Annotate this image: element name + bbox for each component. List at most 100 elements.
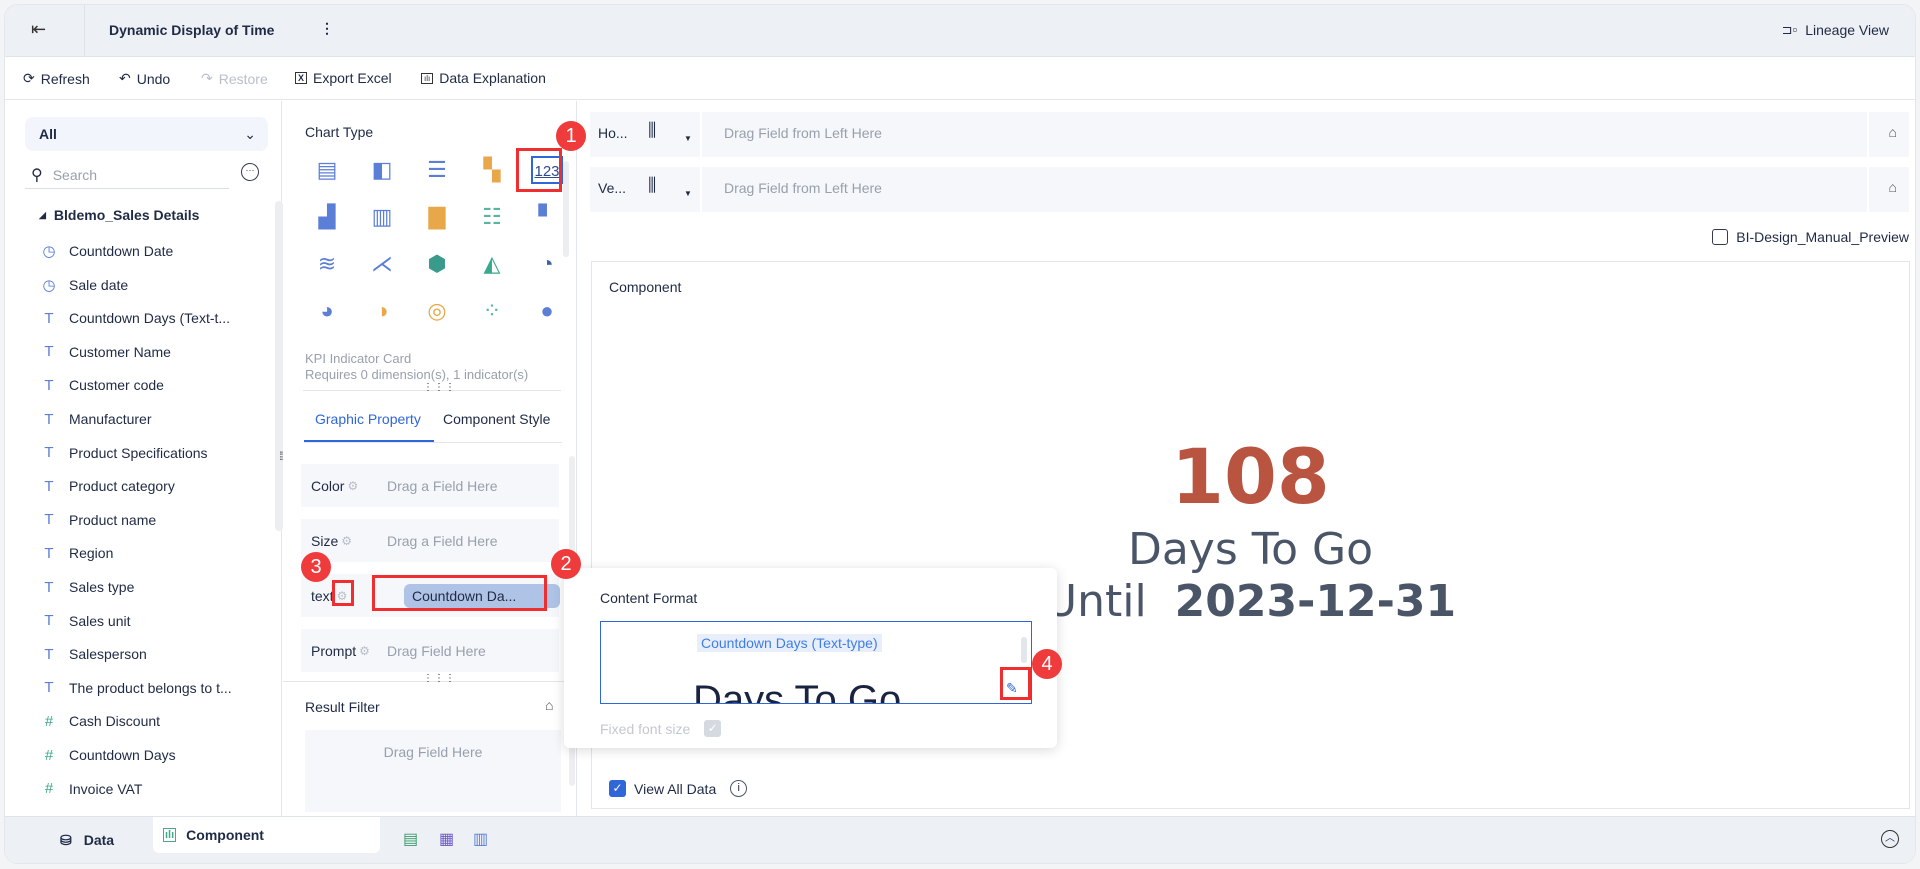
axis-settings-icon[interactable]: ⌂ <box>1889 124 1897 140</box>
field-item[interactable]: T Product category <box>41 474 174 498</box>
result-filter-dropzone[interactable]: Drag Field Here <box>305 730 561 812</box>
refresh-button[interactable]: ⟳ Refresh <box>23 70 90 87</box>
search-input[interactable]: ⚲ Search <box>25 161 229 189</box>
view-all-data-checkbox[interactable]: ✓ View All Data i <box>609 780 748 797</box>
text-type-icon: T <box>44 477 54 495</box>
comparison-bar-chart-icon[interactable]: ☷ <box>476 203 508 231</box>
scrollbar[interactable] <box>563 161 569 257</box>
add-dashboard-icon[interactable]: ▦ <box>439 829 454 849</box>
content-format-editor[interactable]: Countdown Days (Text-type) Days To Go ✎ <box>600 621 1032 704</box>
prop-prompt[interactable]: Prompt ⚙ Drag Field Here <box>301 629 559 672</box>
caret-down-icon[interactable]: ▼ <box>684 134 692 143</box>
field-item[interactable]: T Product Specifications <box>41 441 207 465</box>
undo-button[interactable]: ↶ Undo <box>119 70 170 87</box>
field-item[interactable]: T The product belongs to t... <box>41 676 231 700</box>
preview-text: Days To Go <box>693 678 902 704</box>
field-item[interactable]: T Product name <box>41 508 156 532</box>
radar-chart-icon[interactable]: ⬢ <box>421 250 453 278</box>
waterfall-chart-icon[interactable]: ▘ <box>531 203 563 231</box>
more-icon[interactable]: ⋮ <box>320 20 334 37</box>
field-item[interactable]: T Countdown Days (Text-t... <box>41 306 230 330</box>
chart-type-description: KPI Indicator Card Requires 0 dimension(s… <box>305 351 529 382</box>
caret-icon: ◢ <box>39 209 46 220</box>
exit-icon[interactable]: ⇤ <box>31 19 46 40</box>
bottom-tab-bar: ⛁ Data ılı Component ▤ ▦ ▥ ︿ <box>5 816 1915 863</box>
vertical-axis-row[interactable]: Ve... ⫼ ▼ Drag Field from Left Here ⌂ <box>590 167 1909 212</box>
multi-bar-chart-icon[interactable]: ▇ <box>421 203 453 231</box>
field-item[interactable]: ◷ Sale date <box>41 273 128 297</box>
checkbox[interactable] <box>1712 229 1729 245</box>
text-type-icon: T <box>44 679 54 697</box>
grouped-bar-chart-icon[interactable]: ▟ <box>311 203 343 231</box>
field-item[interactable]: T Salesperson <box>41 642 146 666</box>
prop-size[interactable]: Size ⚙ Drag a Field Here <box>301 519 559 562</box>
detail-table-chart-icon[interactable]: ▤ <box>311 156 343 184</box>
gauge-chart-icon[interactable]: ◔ <box>531 250 563 278</box>
checkbox-checked[interactable]: ✓ <box>609 780 626 797</box>
clock-icon: ◷ <box>42 243 56 260</box>
scrollbar[interactable] <box>1021 637 1027 663</box>
line-chart-icon[interactable]: ⋌ <box>366 250 398 278</box>
more-options-icon[interactable]: ··· <box>241 163 259 181</box>
chevron-down-icon: ⌄ <box>244 125 256 142</box>
checkbox-disabled[interactable]: ✓ <box>704 720 722 737</box>
info-icon[interactable]: i <box>730 780 748 797</box>
data-explanation-button[interactable]: ılı Data Explanation <box>421 70 546 86</box>
collapse-icon[interactable]: ︿ <box>1881 830 1899 848</box>
tab-component[interactable]: ılı Component <box>153 817 380 853</box>
filter-settings-icon[interactable]: ⌂ <box>545 697 553 713</box>
bubble-chart-icon[interactable]: ● <box>531 297 563 325</box>
export-excel-button[interactable]: X Export Excel <box>295 70 392 86</box>
sunburst-chart-icon[interactable]: ◎ <box>421 297 453 325</box>
tab-graphic-property[interactable]: Graphic Property <box>315 411 421 427</box>
lineage-view-button[interactable]: ⊐▫ Lineage View <box>1782 22 1889 38</box>
caret-down-icon[interactable]: ▼ <box>684 189 692 198</box>
add-report-icon[interactable]: ▥ <box>473 829 488 849</box>
field-item[interactable]: T Sales unit <box>41 609 130 633</box>
pie-chart-icon[interactable]: ◕ <box>311 297 343 325</box>
scrollbar[interactable] <box>275 201 283 531</box>
restore-button[interactable]: ↷ Restore <box>201 70 268 87</box>
axis-type-icon[interactable]: ⫼ <box>648 175 656 196</box>
field-item[interactable]: T Region <box>41 541 113 565</box>
resize-handle[interactable]: ⋮⋮⋮ <box>423 673 456 684</box>
field-item[interactable]: T Customer code <box>41 373 164 397</box>
dataset-node[interactable]: ◢ Bldemo_Sales Details <box>39 207 199 223</box>
resize-handle[interactable]: ⁞⁞ <box>279 449 283 463</box>
field-item[interactable]: # Invoice VAT <box>41 777 143 801</box>
gear-icon[interactable]: ⚙ <box>359 644 370 658</box>
cross-table-chart-icon[interactable]: ☰ <box>421 156 453 184</box>
tab-component-style[interactable]: Component Style <box>443 411 550 427</box>
page-title: Dynamic Display of Time <box>109 22 275 38</box>
resize-handle[interactable]: ⋮⋮⋮ <box>423 382 456 393</box>
fixed-font-size-checkbox[interactable]: Fixed font size ✓ <box>600 720 722 737</box>
area-lines-chart-icon[interactable]: ≋ <box>311 250 343 278</box>
field-item[interactable]: T Customer Name <box>41 340 171 364</box>
text-type-icon: T <box>44 645 54 663</box>
field-tag: Countdown Days (Text-type) <box>697 634 882 652</box>
field-item[interactable]: ◷ Countdown Date <box>41 239 173 263</box>
group-table-chart-icon[interactable]: ◧ <box>366 156 398 184</box>
axis-settings-icon[interactable]: ⌂ <box>1889 179 1897 195</box>
add-component-icon[interactable]: ▤ <box>403 829 418 849</box>
gear-icon[interactable]: ⚙ <box>341 534 352 548</box>
axis-type-icon[interactable]: ⫼ <box>648 120 656 141</box>
dataset-filter-select[interactable]: All ⌄ <box>25 117 268 151</box>
rose-chart-icon[interactable]: ◑ <box>366 297 398 325</box>
field-item[interactable]: # Countdown Days <box>41 743 176 767</box>
highlight-edit <box>1000 667 1031 700</box>
area-chart-icon[interactable]: ◭ <box>476 250 508 278</box>
gear-icon[interactable]: ⚙ <box>347 479 358 493</box>
field-item[interactable]: T Manufacturer <box>41 407 151 431</box>
field-item[interactable]: T Sales type <box>41 575 134 599</box>
horizontal-axis-row[interactable]: Ho... ⫼ ▼ Drag Field from Left Here ⌂ <box>590 112 1909 157</box>
prop-color[interactable]: Color ⚙ Drag a Field Here <box>301 464 559 507</box>
database-icon: ⛁ <box>60 832 72 848</box>
treemap-chart-icon[interactable]: ▚ <box>476 156 508 184</box>
stacked-bar-chart-icon[interactable]: ▥ <box>366 203 398 231</box>
scatter-chart-icon[interactable]: ⁘ <box>476 297 508 325</box>
tab-data[interactable]: ⛁ Data <box>60 832 114 849</box>
field-item[interactable]: # Cash Discount <box>41 709 160 733</box>
manual-preview-checkbox[interactable]: BI-Design_Manual_Preview <box>1712 229 1909 245</box>
divider <box>1867 112 1869 157</box>
